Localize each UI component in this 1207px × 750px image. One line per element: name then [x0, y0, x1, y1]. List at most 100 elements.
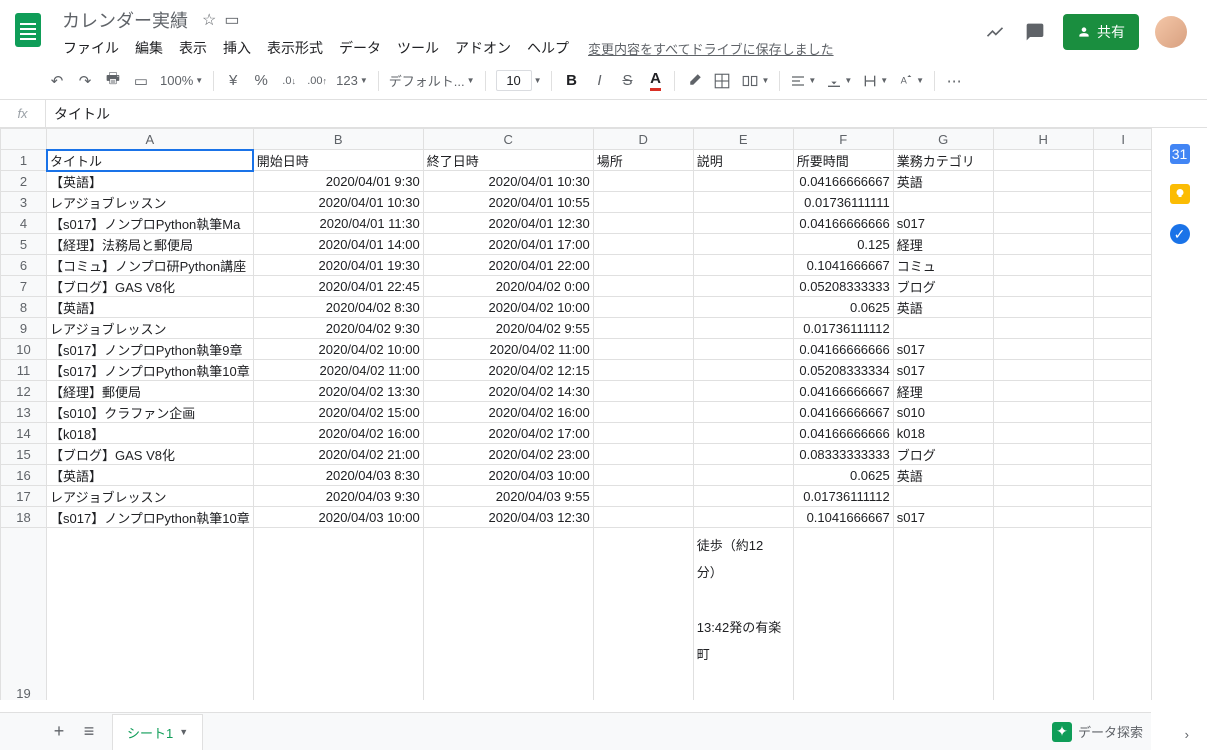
cell-G14[interactable]: k018: [893, 423, 993, 444]
cell-C9[interactable]: 2020/04/02 9:55: [423, 318, 593, 339]
explore-button[interactable]: ✦ データ探索: [1052, 722, 1143, 742]
cell-D3[interactable]: [593, 192, 693, 213]
cell-I3[interactable]: [1093, 192, 1151, 213]
v-align-button[interactable]: ▼: [822, 68, 856, 94]
cell-I14[interactable]: [1093, 423, 1151, 444]
col-header-B[interactable]: B: [253, 129, 423, 150]
all-sheets-button[interactable]: ≡: [74, 717, 104, 747]
cell-H18[interactable]: [993, 507, 1093, 528]
cell-E14[interactable]: [693, 423, 793, 444]
cell-D12[interactable]: [593, 381, 693, 402]
cell-F3[interactable]: 0.01736111111: [793, 192, 893, 213]
menu-view[interactable]: 表示: [172, 34, 214, 62]
cell-B15[interactable]: 2020/04/02 21:00: [253, 444, 423, 465]
cell-A1[interactable]: タイトル: [47, 150, 254, 171]
menu-data[interactable]: データ: [332, 34, 388, 62]
cell-F4[interactable]: 0.04166666666: [793, 213, 893, 234]
cell-E19[interactable]: 徒歩（約12 分）13:42発の有楽町徒歩（約1 分）14:15発の南北線徒歩（…: [693, 528, 793, 701]
col-header-G[interactable]: G: [893, 129, 993, 150]
cell-A17[interactable]: レアジョブレッスン: [47, 486, 254, 507]
row-header-8[interactable]: 8: [1, 297, 47, 318]
more-toolbar-button[interactable]: ⋯: [941, 68, 967, 94]
cell-I7[interactable]: [1093, 276, 1151, 297]
cell-I5[interactable]: [1093, 234, 1151, 255]
select-all-cell[interactable]: [1, 129, 47, 150]
cell-E12[interactable]: [693, 381, 793, 402]
row-header-10[interactable]: 10: [1, 339, 47, 360]
cell-C17[interactable]: 2020/04/03 9:55: [423, 486, 593, 507]
cell-E13[interactable]: [693, 402, 793, 423]
share-button[interactable]: 共有: [1063, 14, 1139, 50]
cell-H11[interactable]: [993, 360, 1093, 381]
cell-C19[interactable]: [423, 528, 593, 701]
cell-H16[interactable]: [993, 465, 1093, 486]
cell-A3[interactable]: レアジョブレッスン: [47, 192, 254, 213]
cell-D18[interactable]: [593, 507, 693, 528]
cell-A14[interactable]: 【k018】: [47, 423, 254, 444]
cell-G19[interactable]: [893, 528, 993, 701]
cell-B14[interactable]: 2020/04/02 16:00: [253, 423, 423, 444]
cell-H3[interactable]: [993, 192, 1093, 213]
cell-E9[interactable]: [693, 318, 793, 339]
cell-F16[interactable]: 0.0625: [793, 465, 893, 486]
cell-A11[interactable]: 【s017】ノンプロPython執筆10章: [47, 360, 254, 381]
cell-C15[interactable]: 2020/04/02 23:00: [423, 444, 593, 465]
col-header-A[interactable]: A: [47, 129, 254, 150]
row-header-12[interactable]: 12: [1, 381, 47, 402]
col-header-C[interactable]: C: [423, 129, 593, 150]
cell-B4[interactable]: 2020/04/01 11:30: [253, 213, 423, 234]
cell-F6[interactable]: 0.1041666667: [793, 255, 893, 276]
activity-icon[interactable]: [983, 20, 1007, 44]
cell-B6[interactable]: 2020/04/01 19:30: [253, 255, 423, 276]
spreadsheet-grid[interactable]: ABCDEFGHI1タイトル開始日時終了日時場所説明所要時間業務カテゴリ2【英語…: [0, 128, 1151, 700]
cell-G15[interactable]: ブログ: [893, 444, 993, 465]
fill-color-button[interactable]: [681, 68, 707, 94]
sheet-tab-menu-icon[interactable]: ▼: [179, 727, 188, 737]
menu-addons[interactable]: アドオン: [448, 34, 518, 62]
tasks-icon[interactable]: ✓: [1170, 224, 1190, 244]
cell-I2[interactable]: [1093, 171, 1151, 192]
cell-I11[interactable]: [1093, 360, 1151, 381]
cell-B1[interactable]: 開始日時: [253, 150, 423, 171]
cell-G18[interactable]: s017: [893, 507, 993, 528]
percent-button[interactable]: %: [248, 68, 274, 94]
cell-I12[interactable]: [1093, 381, 1151, 402]
cell-C7[interactable]: 2020/04/02 0:00: [423, 276, 593, 297]
cell-H10[interactable]: [993, 339, 1093, 360]
cell-A12[interactable]: 【経理】郵便局: [47, 381, 254, 402]
h-align-button[interactable]: ▼: [786, 68, 820, 94]
cell-H14[interactable]: [993, 423, 1093, 444]
comment-icon[interactable]: [1023, 20, 1047, 44]
cell-C3[interactable]: 2020/04/01 10:55: [423, 192, 593, 213]
cell-G12[interactable]: 経理: [893, 381, 993, 402]
row-header-15[interactable]: 15: [1, 444, 47, 465]
cell-D17[interactable]: [593, 486, 693, 507]
cell-G11[interactable]: s017: [893, 360, 993, 381]
cell-C4[interactable]: 2020/04/01 12:30: [423, 213, 593, 234]
cell-G3[interactable]: [893, 192, 993, 213]
cell-B7[interactable]: 2020/04/01 22:45: [253, 276, 423, 297]
increase-decimal-button[interactable]: .00↑: [304, 68, 330, 94]
cell-H4[interactable]: [993, 213, 1093, 234]
cell-A16[interactable]: 【英語】: [47, 465, 254, 486]
cell-I19[interactable]: [1093, 528, 1151, 701]
cell-G2[interactable]: 英語: [893, 171, 993, 192]
cell-H1[interactable]: [993, 150, 1093, 171]
cell-I9[interactable]: [1093, 318, 1151, 339]
col-header-E[interactable]: E: [693, 129, 793, 150]
cell-C16[interactable]: 2020/04/03 10:00: [423, 465, 593, 486]
row-header-4[interactable]: 4: [1, 213, 47, 234]
cell-A13[interactable]: 【s010】クラファン企画: [47, 402, 254, 423]
row-header-2[interactable]: 2: [1, 171, 47, 192]
cell-H19[interactable]: [993, 528, 1093, 701]
cell-D19[interactable]: [593, 528, 693, 701]
cell-C11[interactable]: 2020/04/02 12:15: [423, 360, 593, 381]
cell-D8[interactable]: [593, 297, 693, 318]
cell-I1[interactable]: [1093, 150, 1151, 171]
cell-G4[interactable]: s017: [893, 213, 993, 234]
cell-I16[interactable]: [1093, 465, 1151, 486]
cell-E8[interactable]: [693, 297, 793, 318]
sheet-tab-1[interactable]: シート1 ▼: [112, 714, 203, 750]
cell-F12[interactable]: 0.04166666667: [793, 381, 893, 402]
cell-D1[interactable]: 場所: [593, 150, 693, 171]
